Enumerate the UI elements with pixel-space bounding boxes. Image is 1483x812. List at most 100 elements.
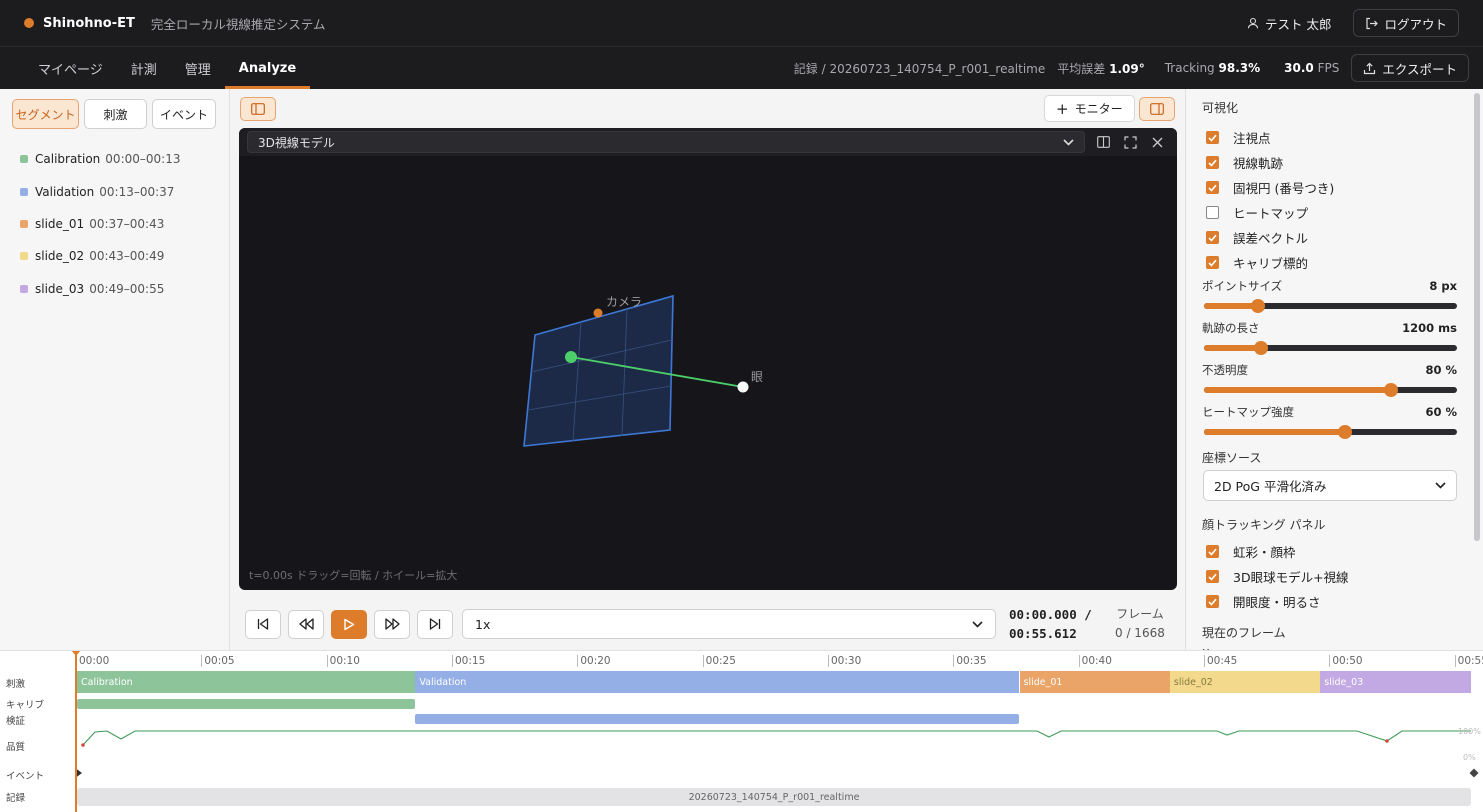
checkbox[interactable] bbox=[1206, 206, 1219, 219]
face-panel-title: 顔トラッキング パネル bbox=[1202, 518, 1326, 532]
brand-dot-icon bbox=[24, 18, 34, 28]
segment-time: 00:00–00:13 bbox=[105, 152, 181, 167]
sidebar-left-icon bbox=[251, 103, 265, 115]
viewer-mode-select[interactable]: 3D視線モデル bbox=[247, 131, 1085, 153]
slider-track[interactable] bbox=[1202, 420, 1457, 443]
timeline-stimulus-bar[interactable]: Validation bbox=[415, 671, 1020, 693]
nav-bar: マイページ 計測 管理 Analyze 記録 / 20260723_140754… bbox=[0, 47, 1483, 89]
source-select[interactable]: 2D PoG 平滑化済み bbox=[1203, 470, 1457, 501]
option-row[interactable]: 開眼度・明るさ bbox=[1202, 589, 1457, 614]
option-row[interactable]: 注視点 bbox=[1202, 125, 1457, 150]
right-panel-scrollbar[interactable] bbox=[1474, 93, 1480, 541]
slider-thumb[interactable] bbox=[1253, 341, 1268, 355]
timeline-stimulus-bar[interactable]: slide_01 bbox=[1019, 671, 1170, 693]
option-row[interactable]: 視線軌跡 bbox=[1202, 150, 1457, 175]
fullscreen-icon[interactable] bbox=[1122, 134, 1139, 151]
slider-track[interactable] bbox=[1202, 294, 1457, 317]
playhead-handle-icon[interactable] bbox=[71, 650, 81, 657]
export-button[interactable]: エクスポート bbox=[1351, 54, 1469, 82]
option-label: 固視円 (番号つき) bbox=[1233, 181, 1335, 196]
segment-item[interactable]: slide_03 00:49–00:55 bbox=[20, 273, 209, 305]
segment-swatch bbox=[20, 284, 28, 293]
slider-thumb[interactable] bbox=[1383, 383, 1398, 397]
timeline-calib-span[interactable] bbox=[77, 699, 416, 709]
tab-stimuli[interactable]: 刺激 bbox=[84, 99, 147, 129]
skip-to-start-button[interactable] bbox=[245, 609, 281, 639]
quality-dropout-marker bbox=[1385, 739, 1389, 743]
option-row[interactable]: 固視円 (番号つき) bbox=[1202, 175, 1457, 200]
checkbox[interactable] bbox=[1206, 595, 1219, 608]
tab-manage[interactable]: 管理 bbox=[171, 47, 225, 89]
timeline-tick: 00:50 bbox=[1329, 655, 1363, 667]
slider-track[interactable] bbox=[1202, 336, 1457, 359]
toggle-right-panel-button[interactable] bbox=[1139, 97, 1175, 121]
speed-value: 1x bbox=[475, 616, 491, 632]
option-row[interactable]: キャリブ標的 bbox=[1202, 250, 1457, 275]
skip-to-end-button[interactable] bbox=[417, 609, 453, 639]
slider-name: 不透明度 bbox=[1202, 362, 1248, 377]
fast-forward-button[interactable] bbox=[374, 609, 410, 639]
slider-fill bbox=[1204, 387, 1393, 393]
toggle-left-panel-button[interactable] bbox=[240, 97, 276, 121]
gaze-3d-viewer[interactable]: 3D視線モデル カメラ 眼 t=0.00s ドラッグ=回転 / ホイール=拡大 bbox=[239, 128, 1177, 590]
segment-item[interactable]: slide_01 00:37–00:43 bbox=[20, 208, 209, 240]
timeline-stimulus-bar[interactable]: slide_03 bbox=[1320, 671, 1471, 693]
tab-segments[interactable]: セグメント bbox=[12, 99, 79, 129]
option-label: 虹彩・顔枠 bbox=[1233, 545, 1296, 560]
fps-value: 30.0 bbox=[1284, 61, 1314, 75]
chevron-down-icon bbox=[1435, 482, 1446, 489]
option-row[interactable]: 虹彩・顔枠 bbox=[1202, 539, 1457, 564]
timeline-stimulus-bar[interactable]: slide_02 bbox=[1169, 671, 1321, 693]
timecode-total: 00:55.612 bbox=[1009, 626, 1077, 641]
quality-graph bbox=[81, 730, 1471, 747]
checkbox[interactable] bbox=[1206, 181, 1219, 194]
checkbox[interactable] bbox=[1206, 156, 1219, 169]
slider-block: ポイントサイズ 8 px bbox=[1202, 277, 1457, 317]
checkbox[interactable] bbox=[1206, 131, 1219, 144]
rewind-button[interactable] bbox=[288, 609, 324, 639]
option-row[interactable]: 3D眼球モデル+視線 bbox=[1202, 564, 1457, 589]
timeline[interactable]: 刺激 キャリブ 検証 品質 イベント 記録 00:00 00:05 00:10 00:… bbox=[0, 650, 1483, 812]
segment-item[interactable]: Validation 00:13–00:37 bbox=[20, 175, 209, 207]
logout-button[interactable]: ログアウト bbox=[1353, 9, 1459, 37]
timeline-playhead[interactable] bbox=[71, 651, 81, 812]
viewer-icons bbox=[1095, 134, 1166, 151]
timeline-label-quality: 品質 bbox=[6, 742, 26, 753]
viewer-header: 3D視線モデル bbox=[239, 128, 1177, 156]
checkbox[interactable] bbox=[1206, 231, 1219, 244]
timeline-tick: 00:20 bbox=[577, 655, 611, 667]
close-icon[interactable] bbox=[1149, 134, 1166, 151]
timeline-record-bar[interactable]: 20260723_140754_P_r001_realtime bbox=[77, 788, 1471, 806]
slider-thumb[interactable] bbox=[1337, 425, 1352, 439]
slider-label: 不透明度 80 % bbox=[1202, 361, 1457, 378]
split-view-icon[interactable] bbox=[1095, 134, 1112, 151]
fast-forward-icon bbox=[384, 618, 400, 630]
timecode: 00:00.000 / 00:55.612 bbox=[1009, 605, 1092, 643]
slider-track[interactable] bbox=[1202, 378, 1457, 401]
tab-measure[interactable]: 計測 bbox=[117, 47, 171, 89]
segment-swatch bbox=[20, 187, 28, 196]
segment-name: slide_02 bbox=[35, 249, 85, 264]
add-monitor-button[interactable]: + モニター bbox=[1044, 95, 1135, 122]
slider-thumb[interactable] bbox=[1251, 299, 1266, 313]
tab-mypage[interactable]: マイページ bbox=[24, 47, 117, 89]
fps-unit: FPS bbox=[1317, 61, 1340, 75]
timeline-stimulus-bar[interactable]: Calibration bbox=[77, 671, 416, 693]
segment-item[interactable]: slide_02 00:43–00:49 bbox=[20, 240, 209, 272]
segment-item[interactable]: Calibration 00:00–00:13 bbox=[20, 143, 209, 175]
play-button[interactable] bbox=[331, 609, 367, 639]
option-row[interactable]: 誤差ベクトル bbox=[1202, 225, 1457, 250]
slider-value: 8 px bbox=[1429, 278, 1457, 293]
timeline-tick: 00:45 bbox=[1203, 655, 1237, 667]
event-marker[interactable] bbox=[1469, 768, 1479, 778]
speed-select[interactable]: 1x bbox=[462, 609, 996, 639]
checkbox[interactable] bbox=[1206, 545, 1219, 558]
checkbox[interactable] bbox=[1206, 256, 1219, 269]
user-menu[interactable]: テスト 太郎 bbox=[1247, 14, 1331, 33]
tab-events[interactable]: イベント bbox=[152, 99, 216, 129]
tab-analyze[interactable]: Analyze bbox=[224, 47, 311, 89]
checkbox[interactable] bbox=[1206, 570, 1219, 583]
slider-block: ヒートマップ強度 60 % bbox=[1202, 403, 1457, 443]
timeline-label-calib: キャリブ bbox=[6, 700, 45, 711]
option-row[interactable]: ヒートマップ bbox=[1202, 200, 1457, 225]
